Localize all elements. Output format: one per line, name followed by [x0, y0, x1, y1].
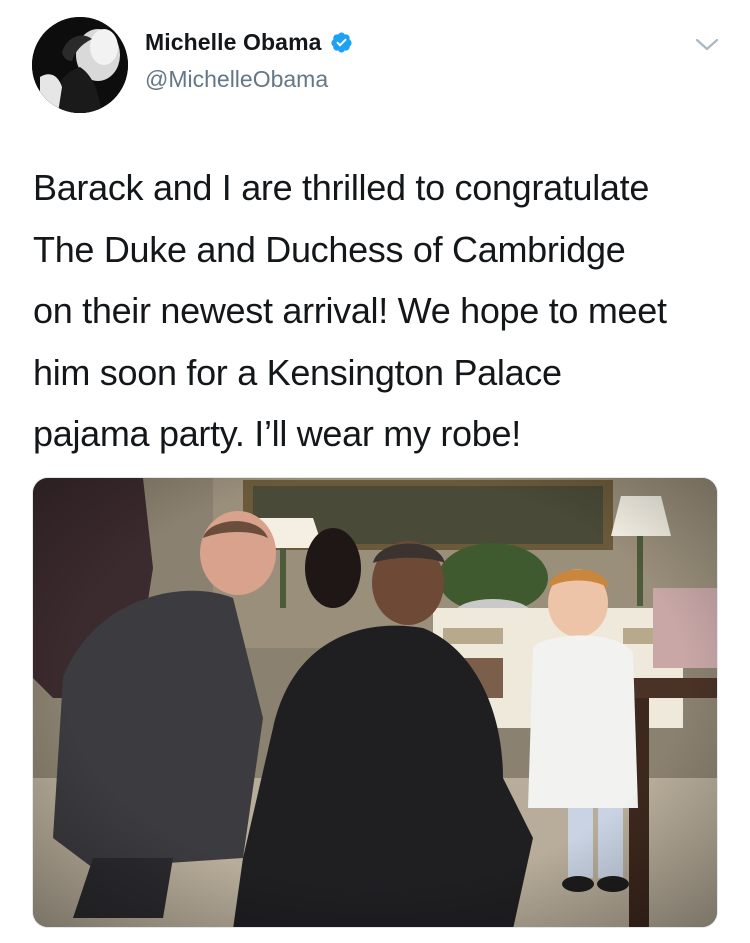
avatar[interactable] — [32, 17, 128, 113]
avatar-image — [32, 17, 128, 113]
author-handle[interactable]: @MichelleObama — [145, 66, 328, 93]
verified-badge-icon — [330, 32, 352, 53]
photo-scene — [33, 478, 717, 927]
author-name-row[interactable]: Michelle Obama — [145, 29, 353, 56]
author-name[interactable]: Michelle Obama — [145, 29, 322, 56]
tweet-text-line: on their newest arrival! We hope to meet — [33, 290, 667, 331]
tweet-text-line: him soon for a Kensington Palace — [33, 351, 562, 393]
chevron-down-icon[interactable] — [694, 34, 720, 54]
tweet-text-line: The Duke and Duchess of Cambridge — [33, 228, 626, 270]
tweet-photo[interactable] — [32, 477, 718, 928]
tweet-text-line: Barack and I are thrilled to congratulat… — [33, 167, 650, 208]
tweet-text-line: pajama party. I’ll wear my robe! — [33, 413, 521, 454]
tweet-text: Barack and I are thrilled to congratulat… — [33, 157, 723, 465]
